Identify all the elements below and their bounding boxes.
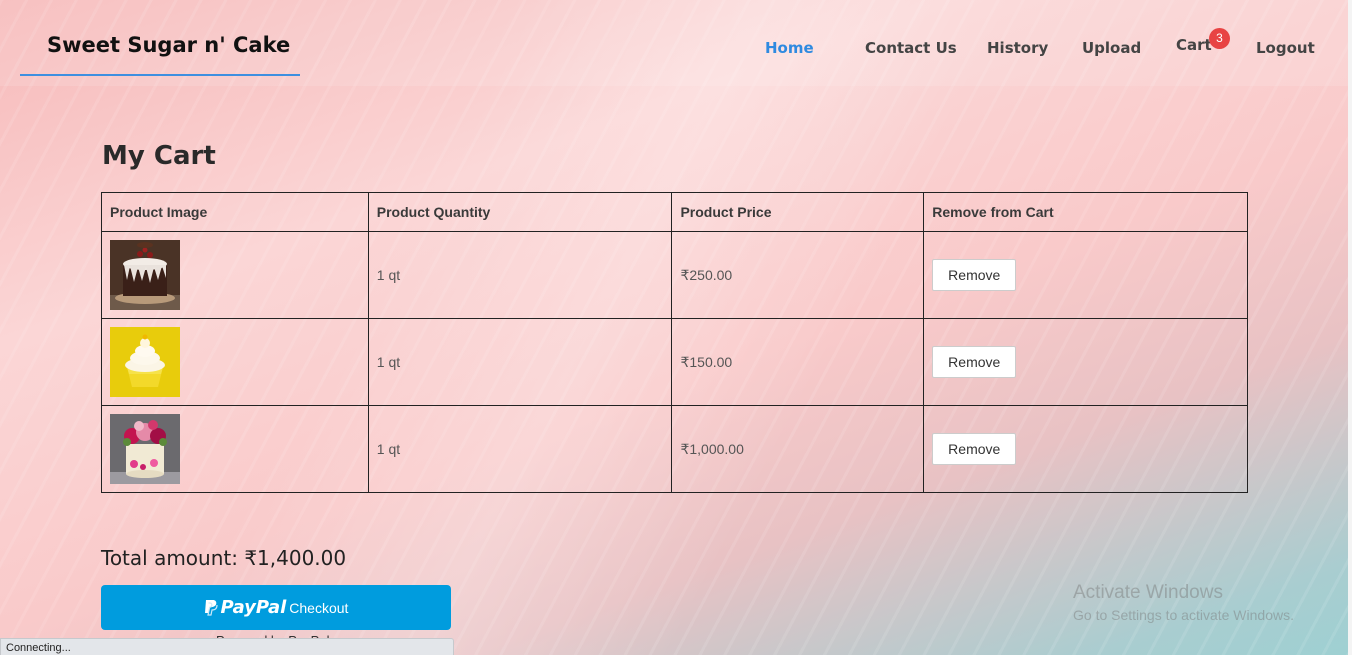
cell-action: Remove: [923, 231, 1248, 319]
paypal-logo-text: PayPal: [220, 597, 287, 618]
browser-status-bar: Connecting...: [0, 638, 454, 655]
paypal-checkout-label: Checkout: [289, 599, 349, 616]
paypal-icon: [204, 600, 218, 616]
paypal-checkout-button[interactable]: PayPal Checkout: [101, 585, 451, 630]
remove-button[interactable]: Remove: [932, 346, 1017, 378]
cell-action: Remove: [923, 405, 1248, 493]
table-row: 1 qt ₹1,000.00 Remove: [101, 405, 1248, 493]
header-product-image: Product Image: [101, 192, 369, 232]
header-product-quantity: Product Quantity: [367, 192, 673, 232]
activate-windows-title: Activate Windows: [1073, 582, 1223, 603]
nav-cart[interactable]: Cart: [1176, 36, 1212, 54]
cell-quantity: 1 qt: [367, 318, 673, 406]
remove-button[interactable]: Remove: [932, 259, 1017, 291]
cell-price: ₹1,000.00: [671, 405, 925, 493]
table-header-row: Product Image Product Quantity Product P…: [101, 192, 1248, 232]
activate-windows-subtitle: Go to Settings to activate Windows.: [1073, 607, 1294, 623]
brand-logo[interactable]: Sweet Sugar n' Cake: [20, 18, 300, 76]
remove-button[interactable]: Remove: [932, 433, 1017, 465]
scrollbar-track[interactable]: [1348, 0, 1352, 655]
cell-quantity: 1 qt: [367, 405, 673, 493]
floral-cake-image[interactable]: [110, 414, 180, 484]
nav-upload[interactable]: Upload: [1082, 39, 1141, 57]
top-navbar: Sweet Sugar n' Cake Home Contact Us Hist…: [0, 0, 1352, 86]
cell-price: ₹250.00: [671, 231, 925, 319]
table-row: 1 qt ₹150.00 Remove: [101, 318, 1248, 406]
nav-history[interactable]: History: [987, 39, 1048, 57]
cell-image: [101, 318, 369, 406]
cell-image: [101, 231, 369, 319]
nav-contact-us[interactable]: Contact Us: [865, 39, 957, 57]
page-title: My Cart: [102, 141, 216, 171]
header-product-price: Product Price: [671, 192, 925, 232]
nav-logout[interactable]: Logout: [1256, 39, 1315, 57]
nav-home[interactable]: Home: [765, 39, 814, 57]
table-row: 1 qt ₹250.00 Remove: [101, 231, 1248, 319]
cell-image: [101, 405, 369, 493]
chocolate-cake-image[interactable]: [110, 240, 180, 310]
cart-table: Product Image Product Quantity Product P…: [101, 192, 1248, 493]
header-remove-from-cart: Remove from Cart: [923, 192, 1248, 232]
cell-price: ₹150.00: [671, 318, 925, 406]
lemon-cupcake-image[interactable]: [110, 327, 180, 397]
cart-count-badge: 3: [1209, 28, 1230, 49]
cell-action: Remove: [923, 318, 1248, 406]
cell-quantity: 1 qt: [367, 231, 673, 319]
brand-name: Sweet Sugar n' Cake: [47, 33, 291, 57]
total-amount: Total amount: ₹1,400.00: [101, 546, 347, 570]
